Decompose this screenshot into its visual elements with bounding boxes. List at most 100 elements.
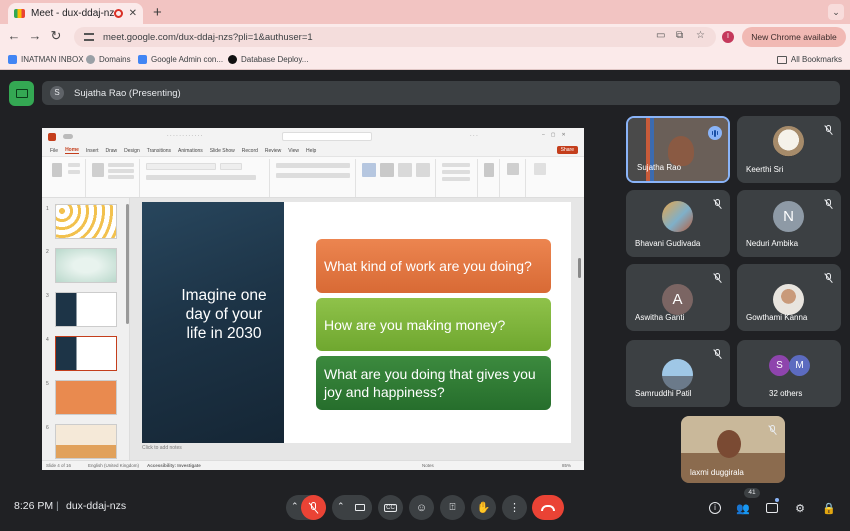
bookmark-item[interactable]: Google Admin con... — [138, 55, 223, 64]
question-card-2: How are you making money? — [316, 298, 551, 351]
mic-off-icon — [824, 272, 834, 284]
participant-avatar — [662, 359, 693, 390]
shared-screen: · · · · · · · · · · · · · · · –▢✕ File H… — [42, 128, 584, 470]
bookmark-item[interactable]: Database Deploy... — [228, 55, 308, 64]
google-g-icon — [138, 55, 147, 64]
more-icon: ⋮ — [509, 502, 520, 514]
profile-avatar[interactable]: I — [722, 31, 734, 43]
ppt-tab: Draw — [105, 147, 118, 154]
chat-button[interactable] — [764, 500, 780, 516]
participant-tile[interactable]: Sujatha Rao — [626, 116, 730, 183]
ppt-tab: Transitions — [146, 147, 172, 154]
new-tab-button[interactable]: + — [153, 4, 162, 21]
ppt-tab: Record — [241, 147, 258, 154]
ppt-title-bar: · · · · · · · · · · · · · · · –▢✕ — [42, 128, 584, 145]
leave-call-button[interactable] — [532, 495, 564, 520]
reload-icon[interactable]: ↻ — [48, 28, 64, 44]
forward-arrow-icon[interactable]: → — [27, 28, 43, 43]
participant-tile[interactable]: A Aswitha Ganti — [626, 264, 730, 331]
meeting-details-button[interactable]: i — [707, 500, 723, 516]
participant-tile[interactable]: Gowthami Kanna — [737, 264, 841, 331]
status-zoom: 85% — [562, 463, 572, 468]
host-controls-icon: 🔒 — [822, 502, 836, 515]
others-tile[interactable]: S M 32 others — [737, 340, 841, 407]
site-info-icon[interactable] — [84, 33, 94, 41]
present-now-button[interactable]: ⍐ — [440, 495, 465, 520]
status-slide-count: Slide 4 of 16 — [46, 463, 72, 468]
ppt-tab: Insert — [85, 147, 99, 154]
chat-icon — [766, 503, 778, 513]
activities-icon: ⚙ — [795, 502, 805, 515]
thumb-number: 5 — [46, 381, 49, 387]
chevron-up-icon[interactable]: ⌃ — [337, 501, 345, 512]
back-arrow-icon[interactable]: ← — [6, 28, 22, 43]
microphone-toggle-button[interactable] — [301, 495, 326, 520]
thumb-number: 4 — [46, 337, 49, 343]
notes-placeholder: Click to add notes — [142, 445, 182, 451]
slide-thumbnail — [55, 424, 117, 459]
participant-tile[interactable]: Bhavani Gudivada — [626, 190, 730, 257]
participant-name: laxmi duggirala — [690, 468, 744, 477]
all-bookmarks-button[interactable]: All Bookmarks — [776, 55, 842, 64]
browser-toolbar: ← → ↻ meet.google.com/dux-ddaj-nzs?pli=1… — [0, 24, 850, 50]
captions-button[interactable]: CC — [378, 495, 403, 520]
ppt-tab: Animations — [178, 147, 203, 154]
address-bar[interactable]: meet.google.com/dux-ddaj-nzs?pli=1&authu… — [74, 27, 716, 47]
raise-hand-button[interactable]: ✋ — [471, 495, 496, 520]
mic-off-icon — [713, 348, 723, 360]
ribbon-group-drawing — [358, 159, 436, 197]
emoji-reactions-button[interactable]: ☺ — [409, 495, 434, 520]
browser-tab-meet[interactable]: Meet - dux-ddaj-nzs ✕ — [8, 3, 143, 24]
participant-avatar: A — [662, 284, 693, 315]
new-chrome-available-button[interactable]: New Chrome available — [742, 27, 846, 47]
host-controls-button[interactable]: 🔒 — [821, 500, 837, 516]
participant-video-face — [668, 136, 694, 166]
question-card-1: What kind of work are you doing? — [316, 239, 551, 293]
activities-button[interactable]: ⚙ — [792, 500, 808, 516]
ppt-ribbon — [42, 156, 584, 198]
slide-scrollbar — [578, 258, 581, 278]
ppt-tab: Slide Show — [209, 147, 235, 154]
ppt-ribbon-tabs: File Home Insert Draw Design Transitions… — [42, 145, 584, 156]
slide-thumbnail — [55, 380, 117, 415]
thumb-number: 3 — [46, 293, 49, 299]
bookmark-item[interactable]: Domains — [86, 55, 131, 64]
question-card-3: What are you doing that gives you joy an… — [316, 356, 551, 410]
participant-tile[interactable]: N Neduri Ambika — [737, 190, 841, 257]
raise-hand-icon: ✋ — [476, 502, 491, 514]
layout-button[interactable] — [9, 81, 34, 106]
participant-tile[interactable]: Keerthi Sri — [737, 116, 841, 183]
participant-count-badge: 41 — [744, 488, 760, 498]
open-in-new-icon[interactable]: ⧉ — [676, 30, 683, 41]
participant-tile[interactable]: Samruddhi Patil — [626, 340, 730, 407]
self-view-tile[interactable]: laxmi duggirala — [681, 416, 785, 483]
bookmark-star-icon[interactable]: ☆ — [696, 30, 705, 41]
participant-name: Neduri Ambika — [746, 239, 799, 248]
participant-avatar — [773, 284, 804, 315]
database-icon — [228, 55, 237, 64]
chevron-up-icon[interactable]: ⌃ — [291, 501, 299, 512]
info-icon: i — [709, 502, 721, 514]
emoji-icon: ☺ — [415, 501, 428, 514]
divider: | — [56, 500, 59, 512]
close-tab-icon[interactable]: ✕ — [129, 8, 137, 19]
camera-icon — [354, 504, 365, 511]
camera-toggle-button[interactable] — [347, 495, 372, 520]
ppt-tab: Help — [306, 147, 317, 154]
slide-title: Imagine one day of your life in 2030 — [181, 287, 267, 342]
tab-search-button[interactable]: ⌄ — [828, 4, 844, 20]
people-button[interactable]: 👥 — [735, 500, 751, 516]
more-options-button[interactable]: ⋮ — [502, 495, 527, 520]
bookmarks-bar: INATMAN INBOX Domains Google Admin con..… — [0, 50, 850, 70]
camera-in-use-icon[interactable]: ▭ — [656, 30, 665, 41]
status-notes: Notes — [422, 463, 434, 468]
bookmark-item[interactable]: INATMAN INBOX — [8, 55, 84, 64]
participant-avatar: N — [773, 201, 804, 232]
autosave-toggle — [63, 134, 73, 139]
presenter-banner: S Sujatha Rao (Presenting) — [42, 81, 840, 105]
browser-tab-strip: Meet - dux-ddaj-nzs ✕ + ⌄ — [0, 0, 850, 24]
speaking-indicator-icon — [708, 126, 722, 140]
participant-avatar: S — [769, 355, 790, 376]
slide-thumbnail — [55, 248, 117, 283]
participant-name: Bhavani Gudivada — [635, 239, 701, 248]
